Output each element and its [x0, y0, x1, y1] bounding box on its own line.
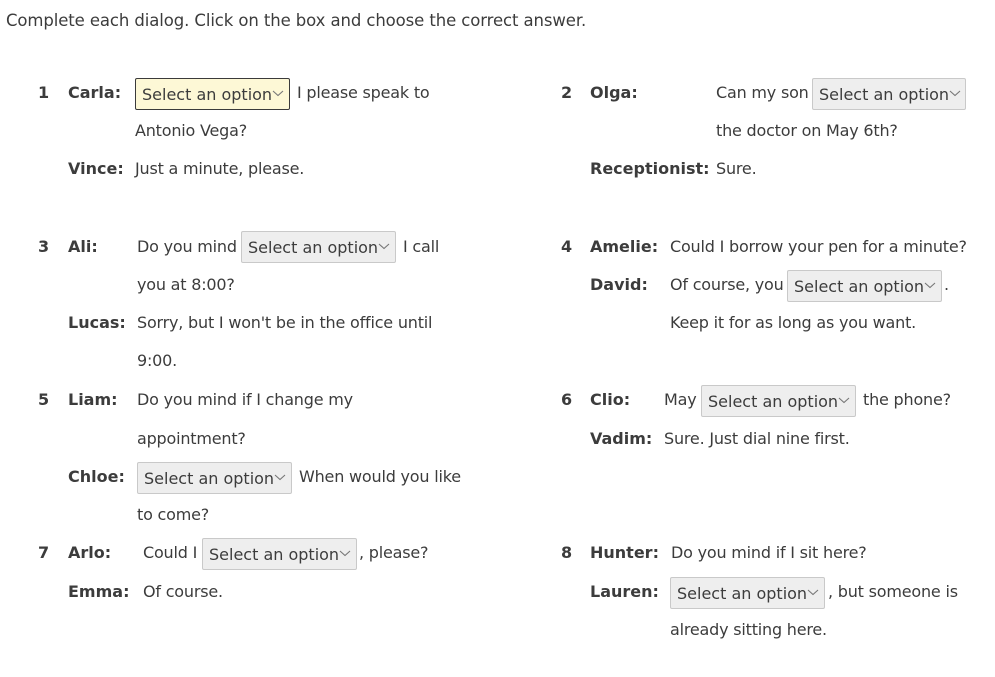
dialog-text: Just a minute, please. — [135, 159, 305, 178]
dialog-number: 1 — [38, 83, 50, 102]
dialog-text: I please speak to — [297, 83, 430, 102]
dialog-text: Of course. — [143, 582, 223, 601]
dialog-text: , but someone is — [828, 582, 958, 601]
answer-select-4[interactable]: Select an option — [787, 270, 942, 302]
select-placeholder: Select an option — [708, 392, 839, 411]
select-placeholder: Select an option — [144, 469, 275, 488]
select-placeholder: Select an option — [209, 545, 340, 564]
dialog-number: 2 — [561, 83, 573, 102]
dialog-number: 6 — [561, 390, 573, 409]
speaker-name: Chloe: — [68, 467, 125, 486]
chevron-down-icon — [838, 396, 850, 406]
speaker-name: Vince: — [68, 159, 124, 178]
speaker-name: David: — [590, 275, 648, 294]
speaker-name: Lucas: — [68, 313, 126, 332]
speaker-name: Receptionist: — [590, 159, 710, 178]
dialog-text: the doctor on May 6th? — [716, 121, 898, 140]
chevron-down-icon — [807, 588, 819, 598]
dialog-text: already sitting here. — [670, 620, 827, 639]
speaker-name: Emma: — [68, 582, 130, 601]
dialog-text: Of course, you — [670, 275, 784, 294]
dialog-text: Sorry, but I won't be in the office unti… — [137, 313, 433, 332]
dialog-text: Antonio Vega? — [135, 121, 248, 140]
dialog-number: 4 — [561, 237, 573, 256]
chevron-down-icon — [272, 89, 284, 99]
dialog-text: to come? — [137, 505, 210, 524]
chevron-down-icon — [924, 281, 936, 291]
speaker-name: Clio: — [590, 390, 631, 409]
select-placeholder: Select an option — [819, 85, 950, 104]
dialog-text: Sure. — [716, 159, 757, 178]
dialog-number: 5 — [38, 390, 50, 409]
dialog-text: Do you mind if I change my — [137, 390, 353, 409]
dialog-text: the phone? — [863, 390, 951, 409]
answer-select-1[interactable]: Select an option — [135, 78, 290, 110]
chevron-down-icon — [274, 473, 286, 483]
chevron-down-icon — [378, 242, 390, 252]
speaker-name: Olga: — [590, 83, 638, 102]
speaker-name: Hunter: — [590, 543, 659, 562]
dialog-text: Could I — [143, 543, 198, 562]
dialog-number: 8 — [561, 543, 573, 562]
speaker-name: Ali: — [68, 237, 98, 256]
speaker-name: Lauren: — [590, 582, 659, 601]
answer-select-2[interactable]: Select an option — [812, 78, 966, 110]
dialog-text: May — [664, 390, 697, 409]
dialog-text: Could I borrow your pen for a minute? — [670, 237, 967, 256]
dialog-text: When would you like — [299, 467, 461, 486]
speaker-name: Vadim: — [590, 429, 653, 448]
dialog-text: you at 8:00? — [137, 275, 235, 294]
dialog-text: Keep it for as long as you want. — [670, 313, 917, 332]
dialog-number: 7 — [38, 543, 50, 562]
dialog-text: Can my son — [716, 83, 809, 102]
dialog-text: . — [944, 275, 949, 294]
dialog-number: 3 — [38, 237, 50, 256]
dialog-text: Do you mind — [137, 237, 237, 256]
chevron-down-icon — [949, 89, 961, 99]
answer-select-5[interactable]: Select an option — [137, 462, 292, 494]
speaker-name: Carla: — [68, 83, 122, 102]
dialog-text: Sure. Just dial nine first. — [664, 429, 850, 448]
dialog-text: I call — [403, 237, 440, 256]
select-placeholder: Select an option — [248, 238, 379, 257]
select-placeholder: Select an option — [677, 584, 808, 603]
dialog-text: appointment? — [137, 429, 246, 448]
answer-select-3[interactable]: Select an option — [241, 231, 396, 263]
answer-select-8[interactable]: Select an option — [670, 577, 825, 609]
dialog-text: Do you mind if I sit here? — [671, 543, 867, 562]
select-placeholder: Select an option — [142, 85, 273, 104]
chevron-down-icon — [339, 549, 351, 559]
dialog-text: 9:00. — [137, 351, 178, 370]
speaker-name: Liam: — [68, 390, 118, 409]
answer-select-7[interactable]: Select an option — [202, 538, 357, 570]
speaker-name: Amelie: — [590, 237, 659, 256]
answer-select-6[interactable]: Select an option — [701, 385, 856, 417]
dialog-text: , please? — [359, 543, 429, 562]
speaker-name: Arlo: — [68, 543, 112, 562]
select-placeholder: Select an option — [794, 277, 925, 296]
instructions: Complete each dialog. Click on the box a… — [6, 11, 587, 30]
